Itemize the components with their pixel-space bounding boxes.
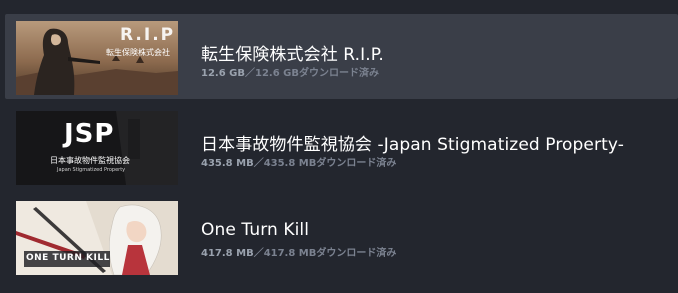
download-item-rip[interactable]: R.I.P 転生保険株式会社 転生保険株式会社 R.I.P. 12.6 GB／1… [5,14,678,99]
size-separator: ／ [253,158,264,169]
jsp-logo-tagline: Japan Stigmatized Property [57,167,126,173]
rip-logo-text: R.I.P [120,25,176,45]
download-size-status: 12.6 GB／12.6 GBダウンロード済み [201,64,379,79]
download-status-label: ダウンロード済み [298,68,379,79]
one-turn-kill-key-art [16,201,178,275]
downloaded-size: 417.8 MB [201,248,254,259]
size-separator: ／ [244,68,255,79]
jsp-logo-subtitle: 日本事故物件監視協会 [50,156,130,165]
downloads-list: R.I.P 転生保険株式会社 転生保険株式会社 R.I.P. 12.6 GB／1… [0,0,678,293]
download-item-jsp[interactable]: JSP 日本事故物件監視協会 Japan Stigmatized Propert… [5,104,678,189]
download-item-one-turn-kill[interactable]: ONE TURN KILL One Turn Kill 417.8 MB／417… [5,194,678,279]
jsp-logo-text: JSP [64,119,115,149]
downloaded-size: 12.6 GB [201,68,245,79]
total-size: 417.8 MB [263,248,317,259]
downloaded-size: 435.8 MB [201,158,254,169]
game-thumbnail-rip[interactable]: R.I.P 転生保険株式会社 [16,21,178,95]
download-status-label: ダウンロード済み [316,158,397,169]
download-size-status: 417.8 MB／417.8 MBダウンロード済み [201,244,396,259]
size-separator: ／ [253,248,264,259]
total-size: 12.6 GB [254,68,299,79]
game-thumbnail-one-turn-kill[interactable]: ONE TURN KILL [16,201,178,275]
game-title: One Turn Kill [201,220,310,240]
game-title: 日本事故物件監視協会 -Japan Stigmatized Property- [201,135,624,155]
game-thumbnail-jsp[interactable]: JSP 日本事故物件監視協会 Japan Stigmatized Propert… [16,111,178,185]
game-title: 転生保険株式会社 R.I.P. [201,45,384,65]
download-status-label: ダウンロード済み [316,248,397,259]
total-size: 435.8 MB [263,158,317,169]
rip-logo-subtitle: 転生保険株式会社 [106,48,170,57]
one-turn-kill-logo-text: ONE TURN KILL [26,253,110,263]
download-size-status: 435.8 MB／435.8 MBダウンロード済み [201,154,396,169]
